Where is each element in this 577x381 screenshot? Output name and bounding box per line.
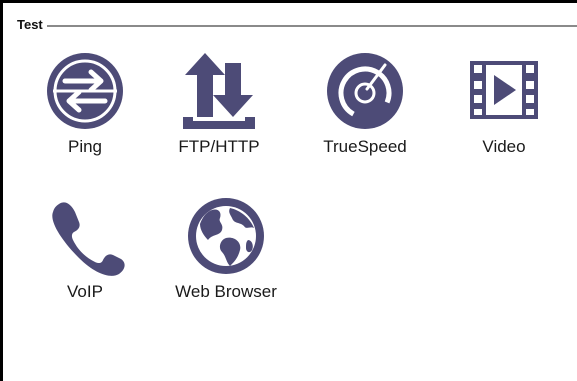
truespeed-label: TrueSpeed bbox=[323, 137, 407, 156]
group-divider bbox=[17, 25, 577, 27]
group-header: Test bbox=[17, 16, 577, 36]
ping-arrows-icon bbox=[45, 51, 125, 131]
voip-label: VoIP bbox=[67, 282, 103, 301]
group-title: Test bbox=[17, 17, 47, 32]
speedometer-icon bbox=[325, 51, 405, 131]
voip-tile[interactable]: VoIP bbox=[25, 196, 145, 306]
upload-download-icon bbox=[179, 51, 259, 131]
web-browser-label: Web Browser bbox=[175, 282, 277, 301]
film-play-icon bbox=[464, 51, 544, 131]
ftp-http-tile[interactable]: FTP/HTTP bbox=[159, 51, 279, 161]
ftp-http-label: FTP/HTTP bbox=[178, 137, 260, 156]
ping-label: Ping bbox=[67, 137, 103, 156]
ping-tile[interactable]: Ping bbox=[25, 51, 145, 161]
web-browser-tile[interactable]: Web Browser bbox=[166, 196, 286, 306]
video-tile[interactable]: Video bbox=[444, 51, 564, 161]
phone-icon bbox=[45, 196, 125, 276]
truespeed-tile[interactable]: TrueSpeed bbox=[305, 51, 425, 161]
video-label: Video bbox=[482, 137, 526, 156]
globe-icon bbox=[186, 196, 266, 276]
